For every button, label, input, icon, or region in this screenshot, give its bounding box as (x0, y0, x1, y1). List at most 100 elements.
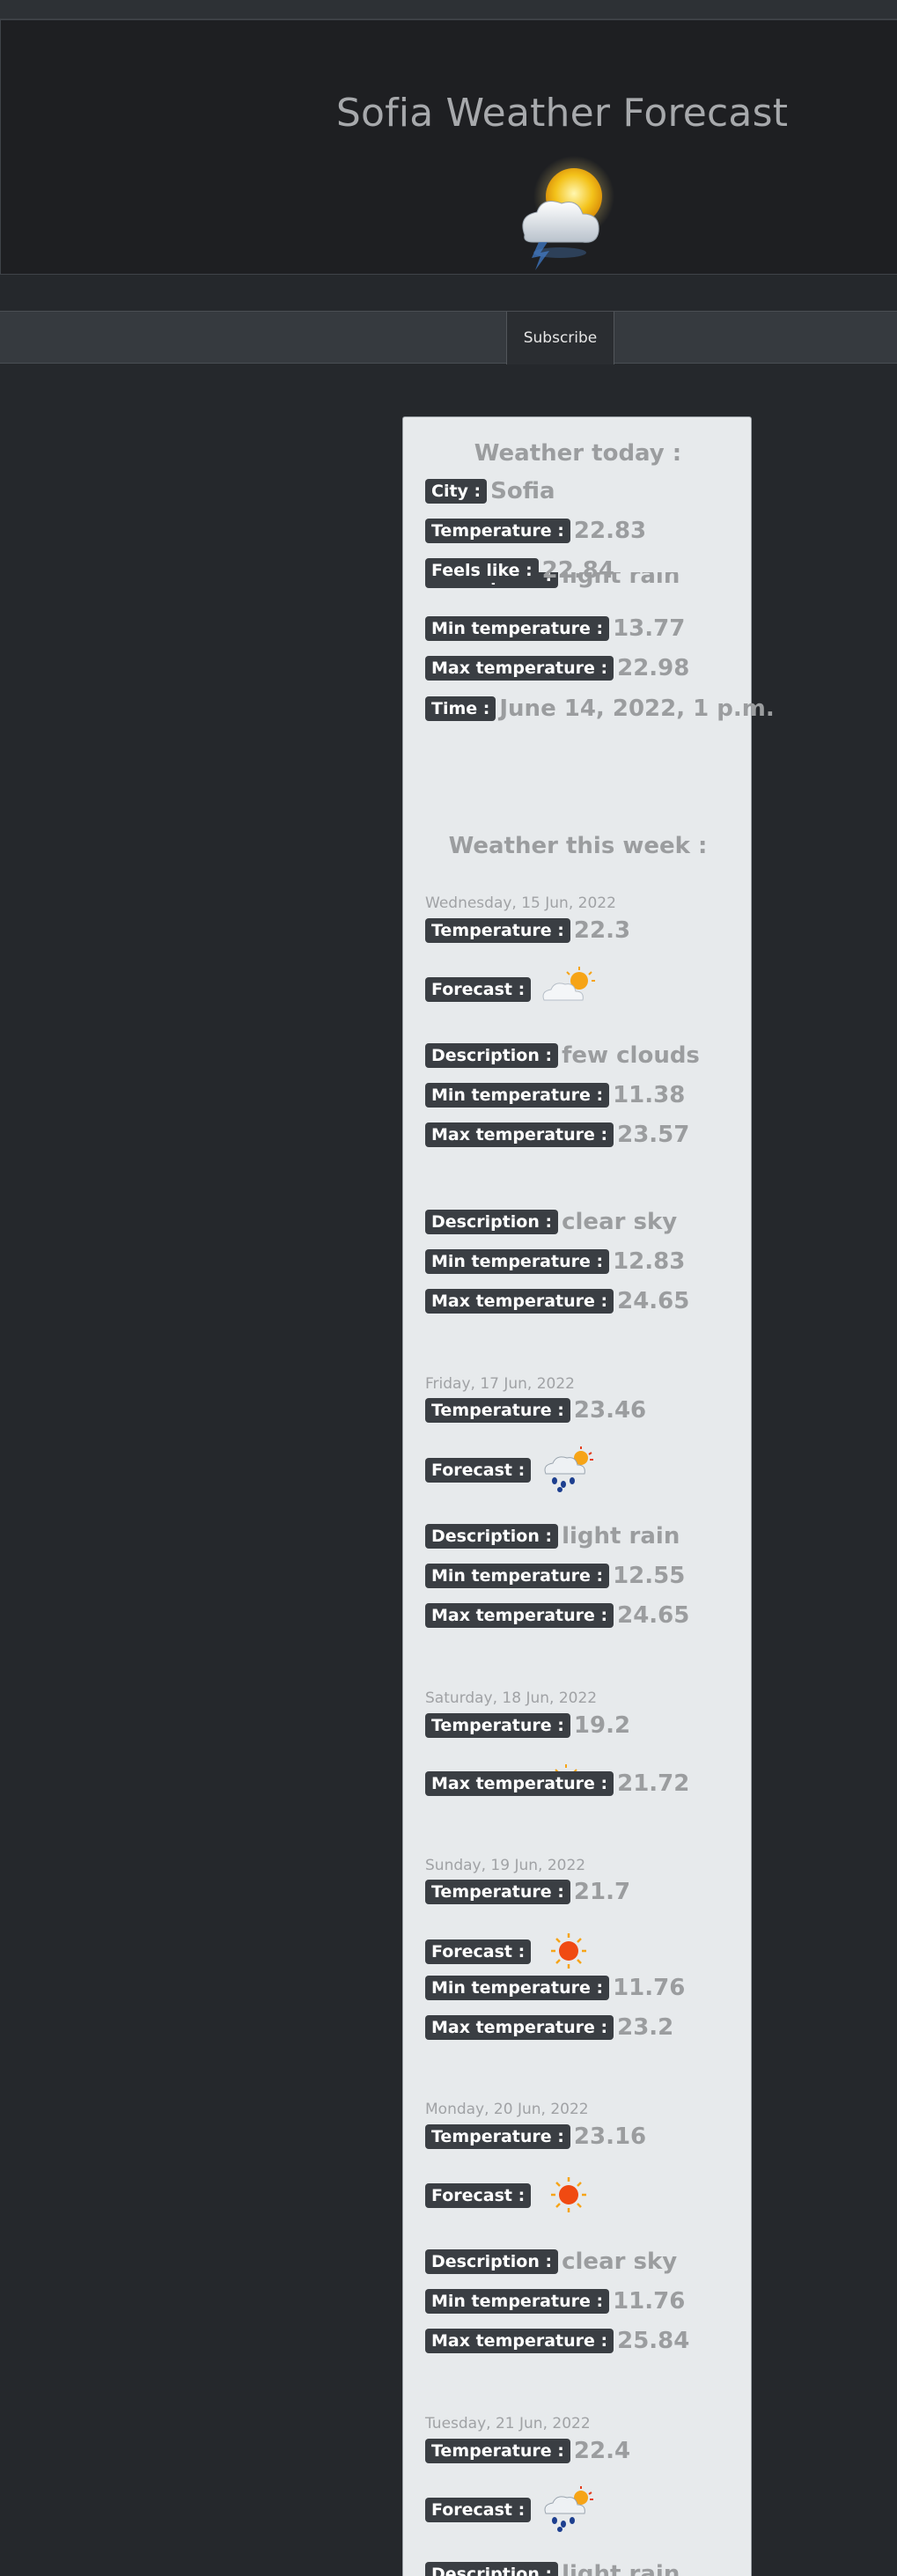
day-min-row: Min temperature :12.83 (425, 1249, 685, 1274)
min-temperature-label: Min temperature : (425, 1083, 610, 1108)
weather-card: Weather today : City : Sofia Temperature … (402, 416, 775, 2576)
temperature-value: 23.46 (573, 1397, 647, 1424)
min-temperature-value: 11.38 (613, 1082, 686, 1108)
day-temp-row: Temperature :22.4 (425, 2439, 630, 2463)
day-desc-row: Description : light rain (425, 2562, 680, 2576)
forecast-label: Forecast : (425, 1939, 532, 1964)
max-temperature-label: Max temperature : (425, 2015, 614, 2040)
temperature-value: 21.7 (573, 1879, 631, 1905)
today-city-row: City : Sofia (425, 479, 555, 504)
day-date: Friday, 17 Jun, 2022 (425, 1375, 575, 1393)
min-temperature-label: Min temperature : (425, 2289, 610, 2314)
temperature-value: 22.83 (573, 518, 647, 544)
subscribe-bar: Subscribe (0, 311, 897, 364)
day-forecast-row: Forecast : (425, 2183, 532, 2208)
day-max-row: Max temperature :21.72 (425, 1771, 689, 1796)
description-value: clear sky (562, 1209, 678, 1235)
temperature-value: 22.4 (573, 2438, 631, 2464)
max-temperature-value: 24.65 (617, 1602, 690, 1629)
day-date: Monday, 20 Jun, 2022 (425, 2101, 589, 2118)
description-value: few clouds (562, 1042, 700, 1069)
day-max-row: Max temperature :23.57 (425, 1122, 689, 1147)
description-label: Description : (425, 1210, 559, 1234)
day-desc-row: Description : clear sky (425, 1210, 677, 1234)
min-temperature-label: Min temperature : (425, 616, 610, 641)
max-temperature-value: 21.72 (617, 1770, 690, 1797)
day-min-row: Min temperature :11.38 (425, 1083, 685, 1108)
max-temperature-value: 24.65 (617, 1288, 690, 1314)
min-temperature-label: Min temperature : (425, 1976, 610, 2000)
min-temperature-value: 13.77 (613, 615, 686, 642)
temperature-label: Temperature : (425, 1880, 570, 1904)
temperature-value: 19.2 (573, 1712, 631, 1739)
min-temperature-value: 11.76 (613, 2288, 686, 2315)
day-date: Saturday, 18 Jun, 2022 (425, 1689, 598, 1707)
feels-like-value: 22.84 (541, 557, 614, 584)
temperature-label: Temperature : (425, 1398, 570, 1423)
today-max-row: Max temperature :22.98 (425, 656, 689, 681)
top-strip (0, 0, 897, 19)
max-temperature-value: 23.57 (617, 1122, 690, 1148)
forecast-label: Forecast : (425, 977, 532, 1002)
day-max-row: Max temperature :25.84 (425, 2329, 689, 2353)
day-max-row: Max temperature :24.65 (425, 1603, 689, 1628)
max-temperature-value: 22.98 (617, 655, 690, 681)
week-title: Weather this week : (448, 833, 708, 859)
time-label: Time : (425, 696, 496, 721)
day-forecast-row: Forecast : (425, 2498, 532, 2522)
description-label: Description : (425, 2249, 559, 2274)
temperature-label: Temperature : (425, 519, 570, 543)
day-forecast-row: Forecast : (425, 977, 532, 1002)
day-min-row: Min temperature :12.55 (425, 1564, 685, 1588)
sun-icon (551, 1933, 586, 1969)
temperature-value: 23.16 (573, 2123, 647, 2150)
description-label: Description : (425, 1043, 559, 1068)
temperature-label: Temperature : (425, 2124, 570, 2149)
page-header: Sofia Weather Forecast (0, 19, 897, 275)
day-date: Sunday, 19 Jun, 2022 (425, 1857, 586, 1874)
max-temperature-value: 23.2 (617, 2014, 674, 2041)
day-desc-row: Description : light rain (425, 1524, 680, 1549)
temperature-label: Temperature : (425, 1713, 570, 1738)
day-temp-row: Temperature :19.2 (425, 1713, 630, 1738)
today-min-row: Min temperature :13.77 (425, 616, 685, 641)
day-date: Tuesday, 21 Jun, 2022 (425, 2415, 591, 2432)
description-value: light rain (562, 2561, 680, 2576)
forecast-label: Forecast : (425, 2183, 532, 2208)
max-temperature-label: Max temperature : (425, 1289, 614, 1314)
city-value: Sofia (490, 478, 555, 504)
day-forecast-row: Forecast : (425, 1458, 532, 1483)
sun-icon (551, 2177, 586, 2212)
day-desc-row: Description : clear sky (425, 2249, 677, 2274)
min-temperature-label: Min temperature : (425, 1564, 610, 1588)
forecast-label: Forecast : (425, 2498, 532, 2522)
today-feels-row: Feels like :22.84 (425, 558, 614, 583)
day-date: Wednesday, 15 Jun, 2022 (425, 894, 616, 912)
max-temperature-label: Max temperature : (425, 1122, 614, 1147)
today-time-row: Time : June 14, 2022, 1 p.m. (425, 696, 775, 721)
max-temperature-value: 25.84 (617, 2328, 690, 2354)
description-value: light rain (562, 1523, 680, 1549)
subscribe-button[interactable]: Subscribe (506, 312, 614, 364)
day-forecast-row: Forecast : (425, 1939, 532, 1964)
day-min-row: Min temperature :11.76 (425, 2289, 685, 2314)
sun-behind-cloud-lightning-icon (522, 156, 614, 270)
max-temperature-label: Max temperature : (425, 2329, 614, 2353)
rain-cloud-sun-icon (544, 1446, 593, 1492)
day-max-row: Max temperature :24.65 (425, 1289, 689, 1314)
temperature-value: 22.3 (573, 917, 631, 944)
city-label: City : (425, 479, 488, 504)
today-temp-row: Temperature :22.83 (425, 519, 646, 543)
min-temperature-value: 11.76 (613, 1975, 686, 2001)
description-label: Description : (425, 1524, 559, 1549)
min-temperature-value: 12.83 (613, 1248, 686, 1275)
sun-behind-cloud-icon (542, 967, 595, 1001)
day-desc-row: Description : few clouds (425, 1043, 700, 1068)
day-temp-row: Temperature :23.16 (425, 2124, 646, 2149)
forecast-label: Forecast : (425, 1458, 532, 1483)
max-temperature-label: Max temperature : (425, 1771, 614, 1796)
description-label: Description : (425, 2562, 559, 2576)
day-max-row: Max temperature :23.2 (425, 2015, 673, 2040)
day-temp-row: Temperature :22.3 (425, 918, 630, 943)
temperature-label: Temperature : (425, 2439, 570, 2463)
